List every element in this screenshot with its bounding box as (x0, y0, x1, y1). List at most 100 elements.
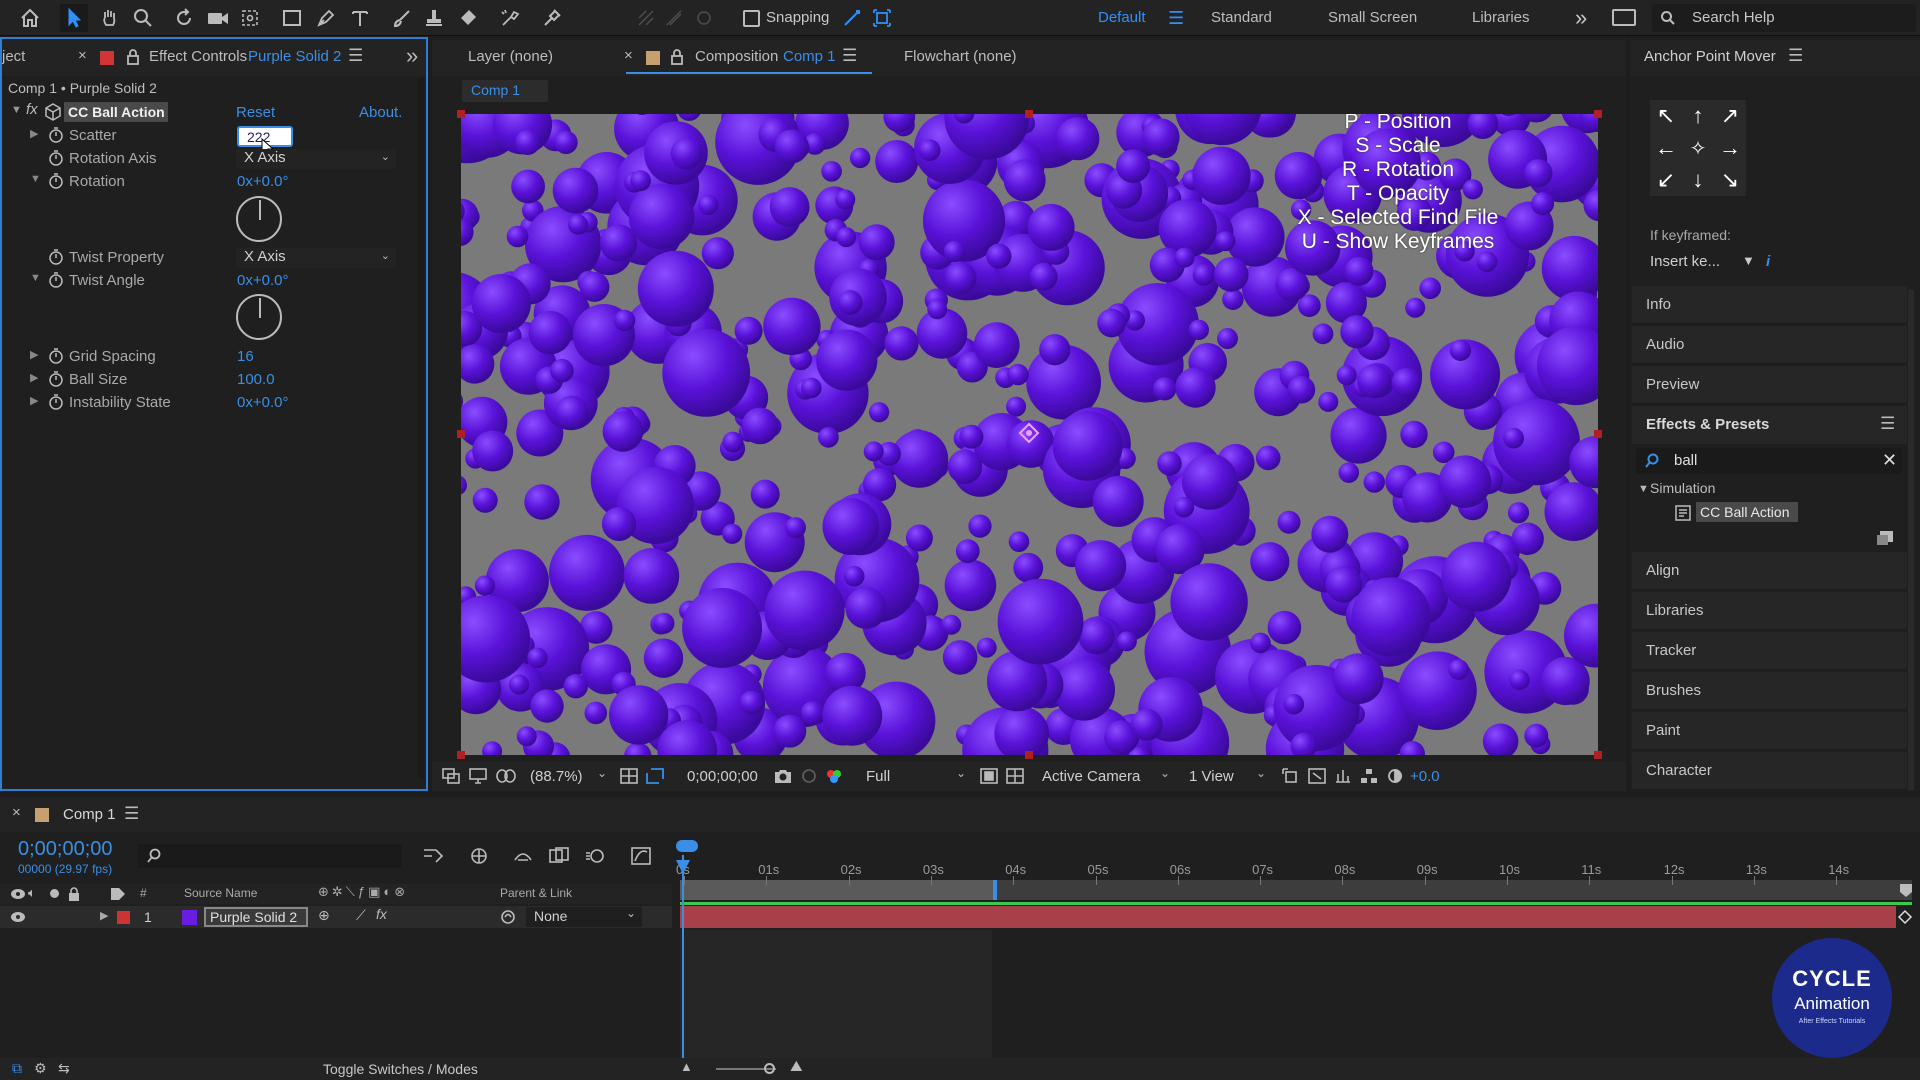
arrow-bottom-left-icon[interactable]: ↙ (1652, 166, 1680, 194)
work-area-start-handle[interactable] (676, 840, 698, 852)
layer-switches-icon[interactable]: ⚙ (34, 1060, 47, 1077)
prop-rotation-value[interactable]: 0x+0.0° (237, 173, 288, 190)
composition-canvas[interactable]: P - Position S - Scale R - Rotation T - … (461, 114, 1598, 755)
stopwatch-icon[interactable] (48, 394, 64, 414)
layer-duration-bar[interactable] (680, 906, 1896, 928)
stopwatch-icon[interactable] (48, 173, 64, 193)
timeline-tab-label[interactable]: Comp 1 (63, 806, 116, 823)
arrow-up-icon[interactable]: ↑ (1684, 102, 1712, 130)
anchor-center-icon[interactable]: ✧ (1684, 134, 1712, 162)
brush-tool-icon[interactable] (388, 4, 416, 32)
hand-tool-icon[interactable] (95, 4, 123, 32)
rectangle-tool-icon[interactable] (278, 4, 306, 32)
chevron-down-icon[interactable]: ⌄ (956, 766, 966, 780)
layer-handle[interactable] (1594, 751, 1602, 759)
effects-presets-header[interactable]: Effects & Presets ☰ (1632, 406, 1907, 444)
twirl-open-icon[interactable]: ▼ (30, 272, 41, 284)
graph-editor-icon[interactable] (630, 846, 652, 866)
panel-libraries[interactable]: Libraries (1632, 592, 1907, 630)
panel-menu-icon[interactable]: ☰ (348, 46, 363, 66)
scrollbar[interactable] (418, 78, 424, 778)
motion-blur-icon[interactable] (584, 846, 606, 866)
tab-effect-layer-name[interactable]: Purple Solid 2 (248, 48, 341, 65)
prop-instability-state-value[interactable]: 0x+0.0° (237, 394, 288, 411)
in-out-icon[interactable]: ⇆ (58, 1060, 70, 1077)
panel-tracker[interactable]: Tracker (1632, 632, 1907, 670)
eraser-tool-icon[interactable] (454, 4, 482, 32)
close-tab-icon[interactable]: × (12, 804, 21, 821)
camera-select[interactable]: Active Camera (1042, 768, 1140, 785)
layer-handle[interactable] (457, 751, 465, 759)
close-tab-icon[interactable]: × (78, 47, 87, 64)
work-area-end-handle[interactable] (993, 880, 997, 900)
roto-brush-tool-icon[interactable] (496, 4, 524, 32)
reset-exposure-icon[interactable] (1386, 768, 1404, 784)
panel-menu-icon[interactable]: ☰ (1880, 414, 1895, 434)
close-tab-icon[interactable]: × (624, 47, 633, 64)
panel-brushes[interactable]: Brushes (1632, 672, 1907, 710)
fx-icon[interactable]: fx (26, 101, 38, 118)
zoom-in-icon[interactable]: ⛰ (790, 1058, 803, 1075)
arrow-right-icon[interactable]: → (1716, 134, 1744, 162)
puppet-pin-tool-icon[interactable] (538, 4, 566, 32)
shy-layers-icon[interactable] (512, 846, 534, 866)
layer-row[interactable]: ▶ 1 Purple Solid 2 ⊕ ⟋ fx None ⌄ (0, 906, 672, 928)
panel-menu-icon[interactable]: ☰ (124, 804, 139, 824)
stopwatch-icon[interactable] (48, 127, 64, 147)
comp-marker-bin-icon[interactable] (1898, 882, 1914, 898)
comp-chip[interactable]: Comp 1 (462, 80, 548, 102)
chevron-down-icon[interactable]: ⌄ (1256, 766, 1266, 780)
column-source-name[interactable]: Source Name (184, 886, 257, 900)
clear-search-icon[interactable]: ✕ (1882, 450, 1897, 471)
parent-select[interactable]: None ⌄ (526, 906, 642, 927)
always-preview-icon[interactable] (442, 768, 460, 784)
layer-handle[interactable] (457, 430, 465, 438)
tab-flowchart[interactable]: Flowchart (none) (904, 48, 1017, 65)
snapping-checkbox[interactable] (743, 10, 760, 27)
layer-handle[interactable] (457, 110, 465, 118)
frame-blending-icon[interactable] (548, 846, 570, 866)
snap-features-icon[interactable] (868, 4, 896, 32)
pickwhip-icon[interactable] (500, 909, 516, 925)
workspace-small-screen[interactable]: Small Screen (1328, 9, 1417, 26)
chevron-down-icon[interactable]: ⌄ (1160, 766, 1170, 780)
tab-composition-name[interactable]: Comp 1 (783, 48, 836, 65)
lock-icon[interactable] (670, 49, 684, 65)
layer-handle[interactable] (1025, 751, 1033, 759)
panel-align[interactable]: Align (1632, 552, 1907, 590)
effect-twirl-icon[interactable]: ▼ (11, 104, 22, 116)
pan-behind-tool-icon[interactable] (236, 4, 264, 32)
current-time-indicator[interactable] (682, 855, 684, 1075)
transparency-grid-icon[interactable] (646, 768, 664, 784)
lock-icon[interactable] (126, 49, 140, 65)
reset-link[interactable]: Reset (236, 104, 275, 121)
insert-keyframe-select[interactable]: Insert ke... ▼ (1648, 251, 1762, 273)
twirl-icon[interactable]: ▶ (30, 127, 38, 140)
arrow-bottom-right-icon[interactable]: ↘ (1716, 166, 1744, 194)
layer-name-box[interactable]: Purple Solid 2 (204, 907, 308, 927)
effect-result-cc-ball-action[interactable]: CC Ball Action (1700, 504, 1789, 520)
rotate-tool-icon[interactable] (170, 4, 198, 32)
prop-grid-spacing-value[interactable]: 16 (237, 348, 254, 365)
show-snapshot-icon[interactable] (800, 768, 818, 784)
arrow-left-icon[interactable]: ← (1652, 134, 1680, 162)
arrow-top-left-icon[interactable]: ↖ (1652, 102, 1680, 130)
twist-property-dropdown[interactable]: X Axis ⌄ (236, 248, 396, 268)
workspace-standard[interactable]: Standard (1211, 9, 1272, 26)
draft-3d-icon[interactable] (468, 846, 490, 866)
about-link[interactable]: About. (359, 104, 402, 121)
toggle-transparency-icon[interactable] (1006, 768, 1024, 784)
twirl-icon[interactable]: ▶ (30, 371, 38, 384)
twirl-open-icon[interactable]: ▼ (30, 173, 41, 185)
new-preset-icon[interactable] (1876, 530, 1894, 546)
layer-label-color[interactable] (117, 911, 130, 924)
effects-search-field[interactable]: ball ✕ (1636, 448, 1902, 474)
stopwatch-icon[interactable] (48, 249, 64, 269)
zoom-level[interactable]: (88.7%) (530, 768, 583, 785)
quality-switch-icon[interactable]: ⟋ (356, 907, 366, 924)
arrow-top-right-icon[interactable]: ↗ (1716, 102, 1744, 130)
tab-composition[interactable]: Composition (695, 48, 778, 65)
collapse-switch-icon[interactable]: ⊕ (318, 907, 330, 924)
mask-visibility-icon[interactable] (496, 768, 516, 784)
panel-menu-icon[interactable]: ☰ (842, 46, 857, 66)
